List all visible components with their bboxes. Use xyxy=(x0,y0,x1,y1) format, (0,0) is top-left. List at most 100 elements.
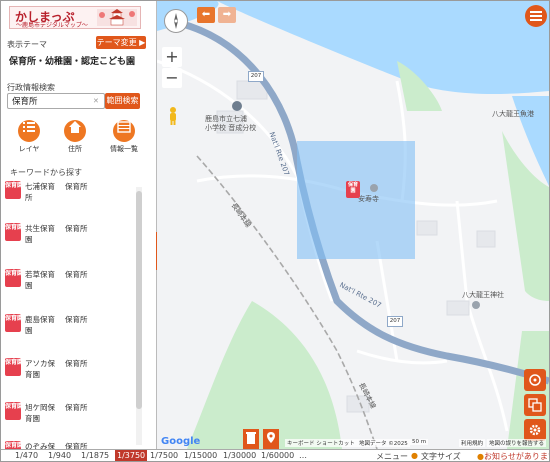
arrow-right-icon: ➡ xyxy=(222,9,232,20)
facility-name: アソカ保育園 xyxy=(25,359,55,379)
marker-button[interactable] xyxy=(263,429,279,449)
layer-tool-label: レイヤ xyxy=(18,145,40,153)
current-theme-name: 保育所・幼稚園・認定こども園 xyxy=(9,57,136,67)
home-icon xyxy=(64,120,86,142)
facility-name: 若草保育園 xyxy=(25,270,55,290)
map-data-text: 地図データ ©2025 xyxy=(357,439,410,447)
layer-tool-button[interactable]: レイヤ xyxy=(9,116,49,153)
nursery-pin-icon: 保育園 xyxy=(5,402,23,420)
scale-option[interactable]: 1/30000 xyxy=(223,451,256,460)
compass-control[interactable] xyxy=(164,9,188,33)
facility-type: 保育所 xyxy=(65,403,88,412)
nursery-pin-icon: 保育園 xyxy=(5,181,23,199)
sidebar: かしまっぷ 〜鹿島市デジタルマップ〜 表示テーマ テーマ変更 ▶ 保育所・幼稚園… xyxy=(1,1,157,449)
logo-subtitle: 〜鹿島市デジタルマップ〜 xyxy=(16,22,88,29)
gear-icon xyxy=(529,424,541,436)
map-view[interactable]: 207 207 Nat'l Rte 207 Nat'l Rte 207 長崎本線… xyxy=(157,1,549,449)
scale-option[interactable]: 1/940 xyxy=(48,451,71,460)
list-item[interactable]: 保育園 七浦保育所 保育所 xyxy=(5,179,135,219)
scale-option[interactable]: 1/1875 xyxy=(81,451,109,460)
clear-button[interactable] xyxy=(243,429,259,449)
menu-button[interactable] xyxy=(525,5,547,27)
table-icon xyxy=(113,120,135,142)
facility-name: 旭ケ岡保育園 xyxy=(25,403,55,423)
google-logo[interactable]: Google xyxy=(161,436,200,447)
nursery-map-pin-icon[interactable]: 保育園 xyxy=(346,181,360,198)
copy-icon xyxy=(528,398,542,412)
temple-icon[interactable] xyxy=(370,184,378,192)
keyboard-shortcuts-link[interactable]: キーボード ショートカット xyxy=(285,439,357,447)
school-icon[interactable] xyxy=(232,101,242,111)
facility-type: 保育所 xyxy=(65,270,88,279)
address-tool-button[interactable]: 住所 xyxy=(55,116,95,153)
facility-list: 保育園 七浦保育所 保育所 保育園 共生保育園 保育所 保育園 若草保育園 保育… xyxy=(5,179,150,449)
harbor-label: 八大龍王魚港 xyxy=(492,110,534,118)
hamburger-icon xyxy=(530,11,542,21)
notice-link[interactable]: ●お知らせがあります。 xyxy=(477,451,549,461)
font-size-icon: ● xyxy=(411,451,418,460)
range-search-button[interactable]: 範囲検索 xyxy=(105,93,140,109)
list-item[interactable]: 保育園 鹿島保育園 保育所 xyxy=(5,312,135,352)
list-icon xyxy=(18,120,40,142)
nursery-pin-icon: 保育園 xyxy=(5,441,23,449)
route-shield-icon: 207 xyxy=(387,316,403,327)
list-item[interactable]: 保育園 アソカ保育園 保育所 xyxy=(5,356,135,396)
terms-link[interactable]: 利用規約 xyxy=(459,439,486,447)
theme-change-button[interactable]: テーマ変更 ▶ xyxy=(96,36,146,49)
list-scrollbar-thumb[interactable] xyxy=(136,191,142,409)
font-size-link[interactable]: 文字サイズ xyxy=(421,451,461,461)
castle-illustration-icon xyxy=(97,9,137,26)
info-list-tool-button[interactable]: 情報一覧 xyxy=(104,116,144,153)
temple-label: 安寿寺 xyxy=(358,195,379,203)
facility-name: 七浦保育所 xyxy=(25,182,55,202)
search-input[interactable]: 保育所 ✕ xyxy=(7,93,105,109)
facility-type: 保育所 xyxy=(65,315,88,324)
theme-section-label: 表示テーマ xyxy=(7,40,47,49)
report-error-link[interactable]: 地図の誤りを報告する xyxy=(487,439,547,447)
forward-arrow-button[interactable]: ➡ xyxy=(218,7,236,23)
route-shield-icon: 207 xyxy=(248,71,264,82)
trash-icon xyxy=(246,432,256,444)
list-item[interactable]: 保育園 のぞみ保育園 保育所 xyxy=(5,439,135,449)
shrine-label: 八大龍王神社 xyxy=(462,291,504,299)
nursery-pin-icon: 保育園 xyxy=(5,223,23,241)
scale-more[interactable]: … xyxy=(299,451,307,460)
scale-option[interactable]: 1/470 xyxy=(15,451,38,460)
school-label: 鹿島市立七浦 小学校 音成分校 xyxy=(205,115,257,132)
clear-icon[interactable]: ✕ xyxy=(93,97,99,105)
scale-option[interactable]: 1/7500 xyxy=(150,451,178,460)
app-window: かしまっぷ 〜鹿島市デジタルマップ〜 表示テーマ テーマ変更 ▶ 保育所・幼稚園… xyxy=(0,0,550,462)
arrow-left-icon: ⬅ xyxy=(201,9,211,20)
list-item[interactable]: 保育園 共生保育園 保育所 xyxy=(5,221,135,261)
keyword-search-label: キーワードから探す xyxy=(10,168,82,177)
map-canvas[interactable] xyxy=(157,1,549,449)
back-arrow-button[interactable]: ⬅ xyxy=(197,7,215,23)
menu-link[interactable]: メニュー xyxy=(376,451,408,461)
admin-search-label: 行政情報検索 xyxy=(7,83,55,92)
pegman-icon[interactable] xyxy=(167,106,179,126)
list-item[interactable]: 保育園 旭ケ岡保育園 保育所 xyxy=(5,400,135,440)
facility-type: 保育所 xyxy=(65,442,88,449)
address-tool-label: 住所 xyxy=(68,145,82,153)
facility-name: 鹿島保育園 xyxy=(25,315,55,335)
scale-option[interactable]: 1/15000 xyxy=(184,451,217,460)
pin-icon xyxy=(267,432,275,443)
facility-type: 保育所 xyxy=(65,182,88,191)
scale-option-active[interactable]: 1/3750 xyxy=(115,450,148,461)
nursery-pin-icon: 保育園 xyxy=(5,314,23,332)
zoom-out-button[interactable]: − xyxy=(162,68,182,88)
facility-name: 共生保育園 xyxy=(25,224,55,244)
app-logo[interactable]: かしまっぷ 〜鹿島市デジタルマップ〜 xyxy=(9,6,141,29)
zoom-in-button[interactable]: + xyxy=(162,47,182,67)
scale-option[interactable]: 1/60000 xyxy=(261,451,294,460)
map-scale-text: 50 m xyxy=(410,439,429,445)
nursery-pin-icon: 保育園 xyxy=(5,269,23,287)
settings-button[interactable] xyxy=(524,419,546,441)
crosshair-icon xyxy=(529,374,541,386)
shrine-icon[interactable] xyxy=(472,301,480,309)
copy-layer-button[interactable] xyxy=(524,394,546,416)
locate-button[interactable] xyxy=(524,369,546,391)
facility-name: のぞみ保育園 xyxy=(25,442,55,449)
compass-icon xyxy=(174,13,178,29)
list-item[interactable]: 保育園 若草保育園 保育所 xyxy=(5,267,135,307)
